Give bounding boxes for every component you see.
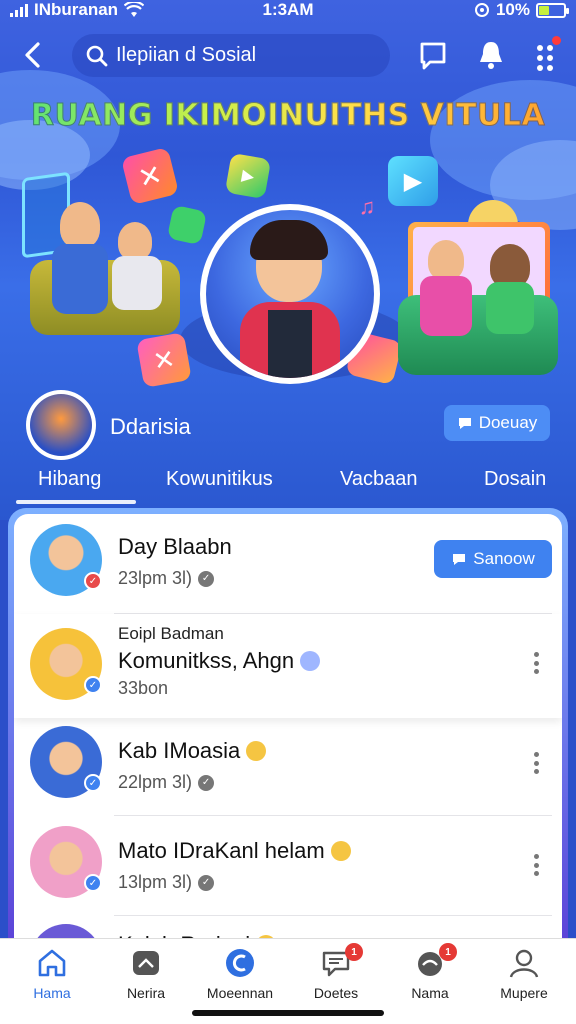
item-title-text: Kab IMoasia bbox=[118, 738, 241, 763]
smiley-icon bbox=[300, 651, 321, 671]
item-time-text: 23lpm 3l) bbox=[118, 568, 193, 588]
more-options-button[interactable] bbox=[534, 652, 540, 674]
tab-dosain[interactable]: Dosain bbox=[484, 468, 546, 491]
home-icon bbox=[35, 947, 69, 979]
notification-icon: 1 bbox=[413, 943, 457, 979]
person-left-2-body bbox=[112, 256, 162, 310]
item-title: Komunitkss, Ahgn bbox=[118, 648, 321, 674]
item-action-label: Sanoow bbox=[473, 549, 535, 568]
person-right-1-body bbox=[420, 276, 472, 336]
nav-mupere-label: Mupere bbox=[500, 985, 548, 1001]
item-title: Mato IDraKanl helam bbox=[118, 838, 351, 864]
item-title-text: Komunitkss, Ahgn bbox=[118, 648, 295, 673]
more-options-button[interactable] bbox=[534, 854, 540, 876]
person-left-1 bbox=[60, 202, 100, 248]
home-indicator bbox=[192, 1010, 384, 1016]
nav-home[interactable]: Hama bbox=[4, 947, 100, 1001]
profile-name: Ddarisia bbox=[110, 414, 191, 439]
nav-moeennan[interactable]: Moeennan bbox=[192, 947, 288, 1001]
smiley-icon bbox=[330, 841, 351, 861]
nav-doetes-badge: 1 bbox=[345, 943, 363, 961]
more-menu-button[interactable] bbox=[530, 36, 564, 72]
nav-nerira[interactable]: Nerira bbox=[98, 947, 194, 1001]
list-item[interactable]: ✓ Eoipl Badman Komunitkss, Ahgn 33bon bbox=[14, 614, 562, 718]
verified-icon: ✓ bbox=[198, 570, 215, 587]
search-icon bbox=[86, 45, 108, 66]
item-time-text: 13lpm 3l) bbox=[118, 872, 193, 892]
hat-icon bbox=[129, 947, 163, 979]
tab-vacbaan[interactable]: Vacbaan bbox=[340, 468, 417, 491]
status-badge: ✓ bbox=[84, 874, 102, 892]
search-input[interactable]: Ilepiian d Sosial bbox=[72, 34, 390, 77]
item-subtitle: Eoipl Badman bbox=[118, 624, 224, 643]
nav-mupere[interactable]: Mupere bbox=[476, 947, 572, 1001]
notification-dot bbox=[552, 36, 561, 45]
item-time: 23lpm 3l) ✓ bbox=[118, 568, 215, 589]
tab-hibang[interactable]: Hibang bbox=[38, 468, 101, 491]
battery-percent: 10% bbox=[495, 0, 530, 19]
chat-bubble-icon bbox=[223, 947, 257, 979]
tab-bar: Hibang Kowunitikus Vacbaan Dosain bbox=[0, 462, 576, 504]
item-action-button[interactable]: Sanoow bbox=[434, 540, 552, 578]
nav-nama[interactable]: 1 Nama bbox=[382, 943, 478, 1001]
video-tile-icon: ▶ bbox=[388, 156, 438, 206]
hero-avatar bbox=[200, 204, 380, 384]
profile-avatar[interactable] bbox=[26, 390, 96, 460]
smiley-icon bbox=[246, 741, 267, 761]
list-item[interactable]: ✓ Day Blaabn 23lpm 3l) ✓ Sanoow bbox=[14, 514, 562, 614]
play-tile-icon: ✕ bbox=[120, 146, 180, 206]
music-note-icon: ♫ bbox=[358, 194, 376, 219]
item-title: Kab IMoasia bbox=[118, 738, 267, 764]
verified-icon: ✓ bbox=[198, 874, 215, 891]
status-badge: ✓ bbox=[84, 774, 102, 792]
search-value: Ilepiian d Sosial bbox=[116, 44, 257, 66]
item-title-text: Mato IDraKanl helam bbox=[118, 838, 325, 863]
status-badge: ✓ bbox=[84, 676, 102, 694]
status-bar: INburanan 1:3AM 10% bbox=[0, 0, 576, 22]
chat-button[interactable] bbox=[416, 38, 450, 72]
tab-kowunitikus[interactable]: Kowunitikus bbox=[166, 468, 273, 491]
notifications-button[interactable] bbox=[474, 38, 508, 72]
chat-bubble-icon bbox=[458, 418, 471, 429]
nav-home-label: Hama bbox=[33, 985, 71, 1001]
square-tile-icon bbox=[166, 204, 208, 246]
profile-icon bbox=[507, 947, 541, 979]
person-right-1 bbox=[428, 240, 464, 280]
person-left-1-body bbox=[52, 244, 108, 314]
nav-doetes[interactable]: 1 Doetes bbox=[288, 943, 384, 1001]
message-icon: 1 bbox=[319, 943, 363, 979]
follow-button[interactable]: Doeuay bbox=[444, 405, 550, 441]
item-time-text: 22lpm 3l) bbox=[118, 772, 193, 792]
nav-nerira-label: Nerira bbox=[126, 985, 166, 1001]
verified-icon: ✓ bbox=[198, 774, 215, 791]
list-item[interactable]: ✓ Mato IDraKanl helam 13lpm 3l) ✓ bbox=[14, 816, 562, 916]
close-tile-icon: ✕ bbox=[136, 332, 192, 388]
feed-panel: ✓ Day Blaabn 23lpm 3l) ✓ Sanoow ✓ Eoipl … bbox=[8, 508, 568, 958]
nav-moeennan-label: Moeennan bbox=[206, 985, 274, 1001]
status-badge: ✓ bbox=[84, 572, 102, 590]
more-options-button[interactable] bbox=[534, 752, 540, 774]
play-triangle-icon: ▶ bbox=[224, 152, 272, 200]
hero-illustration: ✕ ▶ ▶ ✕ ♫ bbox=[0, 140, 576, 390]
nav-doetes-label: Doetes bbox=[313, 985, 359, 1001]
banner-title: RUANG IKIMOINUITHS VITULA bbox=[0, 98, 576, 134]
list-item[interactable]: ✓ Kab IMoasia 22lpm 3l) ✓ bbox=[14, 716, 562, 816]
chevron-left-icon bbox=[25, 42, 40, 68]
item-time: 33bon bbox=[118, 678, 169, 698]
rotation-lock-icon bbox=[474, 3, 489, 17]
item-time: 13lpm 3l) ✓ bbox=[118, 872, 215, 893]
nav-nama-badge: 1 bbox=[439, 943, 457, 961]
bell-icon bbox=[480, 42, 502, 69]
chat-square-icon bbox=[420, 42, 446, 70]
back-button[interactable] bbox=[18, 38, 48, 72]
nav-nama-label: Nama bbox=[411, 985, 449, 1001]
follow-button-label: Doeuay bbox=[478, 413, 538, 432]
item-title: Day Blaabn bbox=[118, 534, 232, 559]
item-time: 22lpm 3l) ✓ bbox=[118, 772, 215, 793]
person-right-2-body bbox=[486, 282, 534, 334]
battery-icon bbox=[536, 2, 569, 18]
active-tab-indicator bbox=[16, 500, 136, 504]
chat-bubble-icon bbox=[453, 554, 466, 565]
person-left-2 bbox=[118, 222, 152, 260]
